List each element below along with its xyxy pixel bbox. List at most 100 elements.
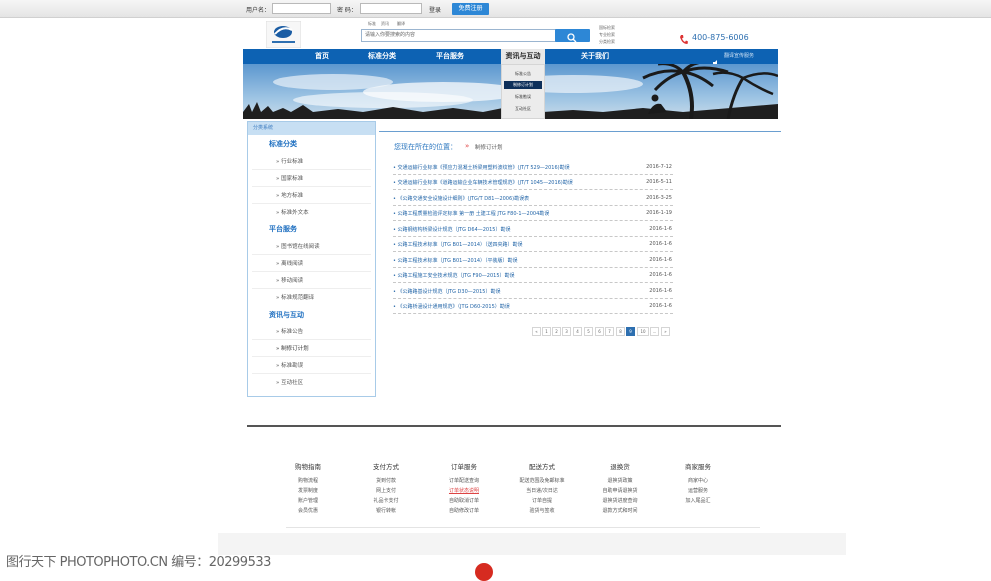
footer-column-title: 支付方式 [373, 463, 399, 471]
footer-column-title: 购物指南 [295, 463, 321, 471]
divider [252, 254, 371, 255]
divider [252, 288, 371, 289]
footer-link[interactable]: 退换货进度查询 [585, 497, 655, 504]
footer-link[interactable]: 自助取消订单 [429, 497, 499, 504]
sidebar-item[interactable]: » 标准勘误 [276, 361, 303, 369]
sidebar-group-platform[interactable]: 平台服务 [269, 224, 297, 234]
quick-link-professional[interactable]: 专业检索 [599, 32, 615, 38]
divider [252, 373, 371, 374]
footer-link[interactable]: 礼品卡支付 [351, 497, 421, 504]
register-button[interactable]: 免费注册 [452, 3, 489, 15]
list-item[interactable]: • 交通运输行业标准《预应力混凝土桥梁用塑料波纹管》(JT/T 529—2016… [393, 160, 673, 175]
footer-link[interactable]: 订单自提 [507, 497, 577, 504]
sidebar-item[interactable]: » 行业标准 [276, 157, 303, 165]
pagination-page[interactable]: 6 [595, 327, 604, 336]
sidebar-item[interactable]: » 移动阅读 [276, 276, 303, 284]
login-button[interactable]: 登录 [429, 5, 441, 14]
pagination-page[interactable]: 1 [542, 327, 551, 336]
search-button[interactable] [555, 29, 590, 43]
dropdown-item[interactable]: 标准公告 [504, 70, 542, 78]
sidebar-item[interactable]: » 标准公告 [276, 327, 303, 335]
sidebar-item[interactable]: » 标准外文本 [276, 208, 309, 216]
footer-link[interactable]: 商家中心 [663, 477, 733, 484]
sidebar-item[interactable]: » 标准规范翻译 [276, 293, 314, 301]
dropdown-item[interactable]: 互动社区 [504, 105, 542, 113]
footer-link[interactable]: 订单配送查询 [429, 477, 499, 484]
divider [252, 339, 371, 340]
site-logo[interactable] [265, 20, 302, 49]
username-input[interactable] [272, 3, 331, 14]
footer-link[interactable]: 网上支付 [351, 487, 421, 494]
list-item[interactable]: • 公路钢结构桥梁设计规范（JTG D64—2015）勘误 2016-1-6 [393, 222, 673, 237]
pagination-page[interactable]: 5 [584, 327, 593, 336]
footer-link-highlighted[interactable]: 订单状态说明 [429, 487, 499, 494]
sidebar-item[interactable]: » 离线阅读 [276, 259, 303, 267]
pagination-page[interactable]: 3 [562, 327, 571, 336]
pagination-current[interactable]: 9 [626, 327, 635, 336]
divider [252, 356, 371, 357]
footer-link[interactable]: 发票制度 [273, 487, 343, 494]
footer-link[interactable]: 验货与签收 [507, 507, 577, 514]
dropdown-item-selected[interactable]: 制修订计划 [504, 81, 542, 89]
password-label: 密 码： [337, 7, 357, 14]
sidebar-item-active[interactable]: » 制修订计划 [276, 344, 309, 352]
dropdown-item[interactable]: 标准勘误 [504, 93, 542, 101]
footer-link[interactable]: 当日递/次日达 [507, 487, 577, 494]
nav-right-link[interactable]: 翻译宣传服务 [724, 52, 754, 59]
footer-link[interactable]: 配送范围及免邮标准 [507, 477, 577, 484]
pagination-page[interactable]: 2 [552, 327, 561, 336]
sidebar-item[interactable]: » 地方标准 [276, 191, 303, 199]
breadcrumb-current[interactable]: 制修订计划 [475, 143, 503, 151]
footer-link[interactable]: 退款方式和时间 [585, 507, 655, 514]
list-item[interactable]: • 《公路桥涵设计通用规范》（JTG D60-2015）勘误 2016-1-6 [393, 299, 673, 314]
footer-column-title: 订单服务 [451, 463, 477, 471]
nav-about-us[interactable]: 关于我们 [573, 49, 617, 64]
search-icon [567, 33, 577, 43]
footer-link[interactable]: 购物流程 [273, 477, 343, 484]
quick-link-national[interactable]: 国标检索 [599, 25, 615, 31]
list-item[interactable]: • 交通运输行业标准《道路运输企业车辆技术管理规范》(JT/T 1045—201… [393, 175, 673, 190]
search-tab-news[interactable]: 资讯 [381, 21, 389, 27]
footer-link[interactable]: 自助申请退换货 [585, 487, 655, 494]
footer-link[interactable]: 银行转帐 [351, 507, 421, 514]
pagination-page[interactable]: 10 [637, 327, 649, 336]
chevron-right-icon: » [465, 142, 470, 150]
pagination-page[interactable]: 4 [573, 327, 582, 336]
footer-link[interactable]: 运营服务 [663, 487, 733, 494]
username-label: 用户名： [246, 7, 271, 14]
nav-standard-category[interactable]: 标准分类 [360, 49, 404, 64]
sidebar-group-standard[interactable]: 标准分类 [269, 139, 297, 149]
list-item[interactable]: • 公路工程技术标准（JTG B01—2014）（送四央路）勘误 2016-1-6 [393, 237, 673, 252]
quick-link-category[interactable]: 分类检索 [599, 39, 615, 45]
list-item[interactable]: • 《公路交通安全设施设计细则》(JTG/T D81—2006)勘误表 2016-… [393, 191, 673, 206]
sidebar-item[interactable]: » 图书馆在线阅读 [276, 242, 320, 250]
nav-home[interactable]: 首页 [300, 49, 344, 64]
list-item[interactable]: • 公路工程质量检验评定标准 第一册 土建工程 JTG F80-1—2004勘误… [393, 206, 673, 221]
footer-link[interactable]: 退换货政策 [585, 477, 655, 484]
nav-news-interaction[interactable]: 资讯与互动 [501, 49, 545, 64]
sidebar-item[interactable]: » 国家标准 [276, 174, 303, 182]
footer-link[interactable]: 账户管理 [273, 497, 343, 504]
sidebar-group-news[interactable]: 资讯与互动 [269, 310, 304, 320]
search-input[interactable]: 请输入你要搜索的内容 [361, 29, 556, 42]
divider [252, 271, 371, 272]
pagination-page[interactable]: 8 [616, 327, 625, 336]
footer-link[interactable]: 自助修改订单 [429, 507, 499, 514]
pagination-prev[interactable]: « [532, 327, 541, 336]
search-tab-translate[interactable]: 翻译 [397, 21, 405, 27]
footer-link[interactable]: 会员优惠 [273, 507, 343, 514]
list-item[interactable]: • 公路工程技术标准（JTG B01—2014）（平装版）勘误 2016-1-6 [393, 253, 673, 268]
list-item[interactable]: • 《公路路基设计规范（JTG D30—2015）勘误 2016-1-6 [393, 284, 673, 299]
pagination-next[interactable]: » [661, 327, 670, 336]
sidebar-header: 分类系统 [248, 122, 375, 135]
pagination-page[interactable]: 7 [605, 327, 614, 336]
sidebar-item[interactable]: » 互动社区 [276, 378, 303, 386]
footer-link[interactable]: 货到付款 [351, 477, 421, 484]
footer-divider [247, 425, 781, 427]
copyright-bar [218, 533, 846, 555]
nav-platform-service[interactable]: 平台服务 [428, 49, 472, 64]
footer-link[interactable]: 加入尾品汇 [663, 497, 733, 504]
list-item[interactable]: • 公路工程施工安全技术规范（JTG F90—2015）勘误 2016-1-6 [393, 268, 673, 283]
search-tab-standard[interactable]: 标准 [368, 21, 376, 27]
password-input[interactable] [360, 3, 422, 14]
